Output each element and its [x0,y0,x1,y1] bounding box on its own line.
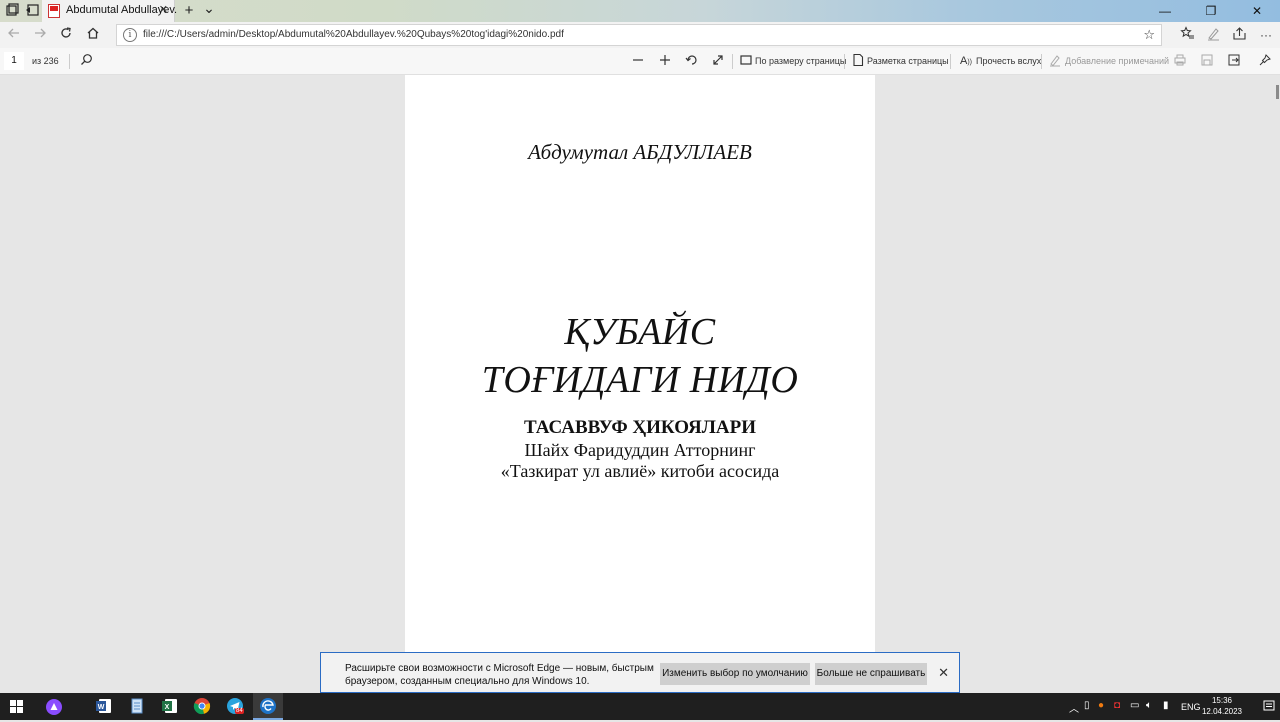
book-line-3: «Тазкират ул авлиё» китоби асосида [500,461,780,481]
telegram-badge: 84 [235,708,244,714]
word-icon[interactable]: W [95,697,115,717]
notification-message: Расширьте свои возможности с Microsoft E… [345,663,654,687]
scrollbar-thumb[interactable] [1276,85,1279,99]
favorite-star-icon[interactable]: ☆ [1143,27,1155,43]
windows-start-icon[interactable] [10,700,23,713]
pdf-viewer[interactable]: Абдумутал АБДУЛЛАЕВ ҚУБАЙС ТОҒИДАГИ НИДО… [0,75,1280,695]
title-bar: Abdumutal Abdullayev. ✕ + ⌄ — ❐ ✕ [0,0,1280,22]
language-indicator[interactable]: ENG [1181,702,1201,712]
divider [844,54,845,69]
home-icon[interactable] [84,26,102,44]
restore-button[interactable]: ❐ [1188,0,1234,22]
svg-text:X: X [165,704,170,711]
dont-ask-again-button[interactable]: Больше не спрашивать [815,663,927,685]
book-line-2: Шайх Фаридуддин Атторнинг [524,440,756,460]
usb-device-icon[interactable]: ▯ [1084,700,1090,711]
print-icon[interactable] [1172,53,1188,69]
favorites-icon[interactable] [1178,26,1196,44]
page-number-input[interactable]: 1 [4,52,24,70]
url-text[interactable]: file:///C:/Users/admin/Desktop/Abdumutal… [143,29,564,40]
set-tabs-aside-icon[interactable] [24,3,40,19]
divider [69,54,70,69]
pdf-page: Абдумутал АБДУЛЛАЕВ ҚУБАЙС ТОҒИДАГИ НИДО… [405,75,875,695]
notepad-icon[interactable] [128,697,148,717]
ink-notes-icon[interactable] [1204,26,1222,44]
share-icon[interactable] [1230,26,1248,44]
pin-toolbar-icon[interactable] [1257,53,1273,69]
fullscreen-icon[interactable] [710,53,726,69]
more-options-icon[interactable]: ··· [1257,26,1275,44]
svg-text:W: W [98,704,105,711]
minimize-button[interactable]: — [1142,0,1188,22]
read-aloud-button[interactable]: Прочесть вслух [976,56,1041,66]
volume-icon[interactable]: 🔈︎ [1146,700,1152,711]
excel-icon[interactable]: X [161,697,181,717]
book-subtitle: ТАСАВВУФ ҲИКОЯЛАРИ [523,417,757,438]
page-layout-icon[interactable] [850,53,866,69]
zoom-in-icon[interactable] [657,53,673,69]
close-tab-icon[interactable]: ✕ [159,3,168,16]
add-notes-icon[interactable] [1047,53,1063,69]
book-title-line-1: ҚУБАЙС [564,311,716,353]
save-icon[interactable] [1199,53,1215,69]
close-notification-icon[interactable]: ✕ [938,665,949,681]
page-count: из 236 [32,56,59,66]
clock-time: 15:36 [1211,696,1233,705]
read-aloud-icon[interactable]: A)) [958,53,974,69]
telegram-icon[interactable]: 84 [226,697,246,717]
alert-icon[interactable]: ● [1098,700,1104,711]
address-bar[interactable]: i file:///C:/Users/admin/Desktop/Abdumut… [116,24,1162,46]
fit-page-icon[interactable] [738,53,754,69]
antivirus-icon[interactable]: ◘ [1114,700,1120,711]
zoom-out-icon[interactable] [630,53,646,69]
notification-center-icon[interactable] [1262,699,1276,713]
back-icon[interactable] [5,26,23,44]
book-title-line-2: ТОҒИДАГИ НИДО [481,359,799,401]
windows-taskbar: W X 84 ︿ ▯ ● ◘ ▭ 🔈︎ ▮ ENG 15:36 12.04.20… [0,693,1280,720]
microphone-icon[interactable]: ▮ [1163,700,1169,711]
new-tab-button[interactable]: + [181,3,197,19]
alice-assistant-icon[interactable] [44,697,64,717]
forward-icon[interactable] [31,26,49,44]
search-icon[interactable] [78,53,94,69]
pdf-file-icon [48,4,60,18]
divider [950,54,951,69]
rotate-icon[interactable] [684,53,700,69]
browser-tab[interactable]: Abdumutal Abdullayev. ✕ [42,0,177,22]
save-as-icon[interactable] [1226,53,1242,69]
pdf-toolbar: 1 из 236 По размеру страницы Разметка ст… [0,48,1280,75]
book-author: Абдумутал АБДУЛЛАЕВ [528,140,752,164]
close-window-button[interactable]: ✕ [1234,0,1280,22]
divider [1041,54,1042,69]
page-layout-button[interactable]: Разметка страницы [867,56,949,66]
divider [732,54,733,69]
navigation-bar: i file:///C:/Users/admin/Desktop/Abdumut… [0,22,1280,48]
edge-taskbar-button[interactable] [253,693,283,720]
refresh-icon[interactable] [57,26,75,44]
edge-default-browser-notification: Расширьте свои возможности с Microsoft E… [320,652,960,693]
system-clock[interactable]: 15:36 12.04.2023 [1200,695,1244,717]
chrome-icon[interactable] [193,697,213,717]
show-hidden-icons-chevron[interactable]: ︿ [1069,700,1079,715]
site-info-icon[interactable]: i [123,28,137,42]
add-notes-button[interactable]: Добавление примечаний [1065,56,1169,66]
change-default-button[interactable]: Изменить выбор по умолчанию [660,663,810,685]
clock-date: 12.04.2023 [1201,707,1243,716]
tab-menu-chevron-icon[interactable]: ⌄ [201,0,217,16]
tab-actions-icon[interactable] [4,3,20,19]
network-icon[interactable]: ▭ [1130,700,1139,711]
fit-page-button[interactable]: По размеру страницы [755,56,846,66]
